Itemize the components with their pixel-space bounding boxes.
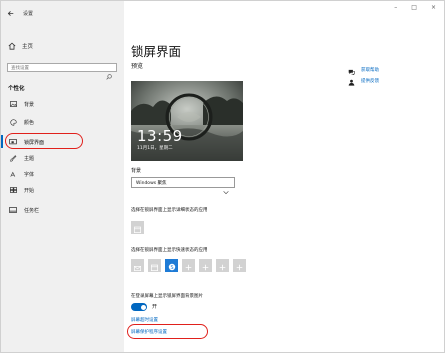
toggle-knob: [140, 304, 146, 310]
main-content: – □ × 锁屏界面 预览 13:59 11月1日，星期二 背景 Windows…: [124, 1, 444, 352]
sidebar-item-label: 开始: [24, 187, 35, 194]
sidebar-item-taskbar[interactable]: 任务栏: [1, 203, 124, 217]
lock-screen-icon: [9, 139, 17, 145]
sidebar-item-label: 任务栏: [24, 207, 40, 214]
font-icon: [9, 171, 17, 178]
palette-icon: [9, 118, 17, 126]
sidebar-item-themes[interactable]: 主题: [1, 151, 124, 165]
plus-icon: [185, 256, 192, 275]
signin-background-toggle[interactable]: [131, 303, 147, 311]
plus-icon: [202, 256, 209, 275]
sidebar-item-background[interactable]: 背景: [1, 97, 124, 111]
quick-status-tile-calendar[interactable]: [148, 259, 161, 272]
section-heading: 个性化: [8, 86, 25, 92]
plus-icon: [219, 256, 226, 275]
detail-status-label: 选择在锁屏界面上显示详细状态的应用: [131, 208, 208, 213]
preview-time: 13:59: [137, 127, 183, 145]
close-button[interactable]: ×: [431, 4, 436, 11]
quick-status-tile-add-4[interactable]: [233, 259, 246, 272]
chevron-down-icon: [223, 180, 229, 199]
calendar-icon: [151, 256, 158, 275]
brush-icon: [9, 154, 17, 162]
search-placeholder: 查找设置: [11, 66, 29, 71]
background-dropdown[interactable]: Windows 聚焦: [131, 177, 235, 195]
sidebar-item-colors[interactable]: 颜色: [1, 115, 124, 129]
sidebar-item-start[interactable]: 开始: [1, 183, 124, 197]
sidebar-item-label: 锁屏界面: [24, 139, 45, 146]
person-icon: [348, 71, 355, 90]
sidebar-item-label: 字体: [24, 171, 35, 178]
lock-screen-preview: 13:59 11月1日，星期二: [131, 81, 243, 161]
preview-label: 预览: [131, 63, 144, 70]
window-controls: – □ ×: [394, 4, 436, 11]
sidebar-item-label: 背景: [24, 101, 35, 108]
home-label: 主页: [22, 44, 34, 50]
screensaver-settings-link[interactable]: 屏幕保护程序设置: [131, 329, 167, 335]
sidebar-item-label: 颜色: [24, 119, 35, 126]
window-title: 设置: [23, 10, 34, 17]
picture-icon: [9, 101, 17, 107]
signin-background-label: 在登录屏幕上显示锁屏界面背景图片: [131, 294, 203, 299]
quick-status-tile-add-1[interactable]: [182, 259, 195, 272]
mail-icon: [134, 256, 141, 275]
quick-status-label: 选择在锁屏界面上显示快速状态的应用: [131, 248, 208, 253]
plus-icon: [236, 256, 243, 275]
quick-status-tile-skype[interactable]: S: [165, 259, 178, 272]
quick-status-tile-mail[interactable]: [131, 259, 144, 272]
toggle-state-label: 开: [152, 304, 158, 310]
search-input[interactable]: 查找设置: [7, 63, 117, 80]
svg-text:S: S: [170, 265, 173, 271]
background-value: Windows 聚焦: [136, 181, 167, 186]
minimize-button[interactable]: –: [394, 4, 397, 11]
start-icon: [9, 187, 17, 193]
sidebar: 设置 主页 查找设置 个性化 背景 颜色 锁屏界面 主题 字体 开始 任务栏: [1, 1, 124, 352]
home-icon: [8, 42, 16, 50]
quick-status-tile-add-2[interactable]: [199, 259, 212, 272]
taskbar-icon: [9, 207, 17, 213]
feedback-link[interactable]: 提供反馈: [348, 71, 379, 90]
calendar-icon: [134, 218, 141, 237]
title-bar: 设置: [7, 8, 33, 18]
feedback-label: 提供反馈: [361, 78, 379, 84]
sidebar-item-fonts[interactable]: 字体: [1, 167, 124, 181]
sidebar-item-label: 主题: [24, 155, 35, 162]
detail-status-app-tile[interactable]: [131, 221, 144, 234]
maximize-button[interactable]: □: [411, 4, 417, 11]
background-label: 背景: [131, 168, 142, 174]
skype-icon: S: [168, 256, 176, 275]
preview-date: 11月1日，星期二: [137, 146, 173, 151]
sidebar-item-lock-screen[interactable]: 锁屏界面: [1, 135, 124, 149]
quick-status-tile-add-3[interactable]: [216, 259, 229, 272]
back-arrow-icon[interactable]: [7, 10, 14, 17]
screen-timeout-link[interactable]: 屏幕超时设置: [131, 317, 158, 323]
page-title: 锁屏界面: [131, 44, 182, 59]
search-icon[interactable]: [106, 65, 112, 84]
sidebar-home[interactable]: 主页: [8, 42, 33, 50]
